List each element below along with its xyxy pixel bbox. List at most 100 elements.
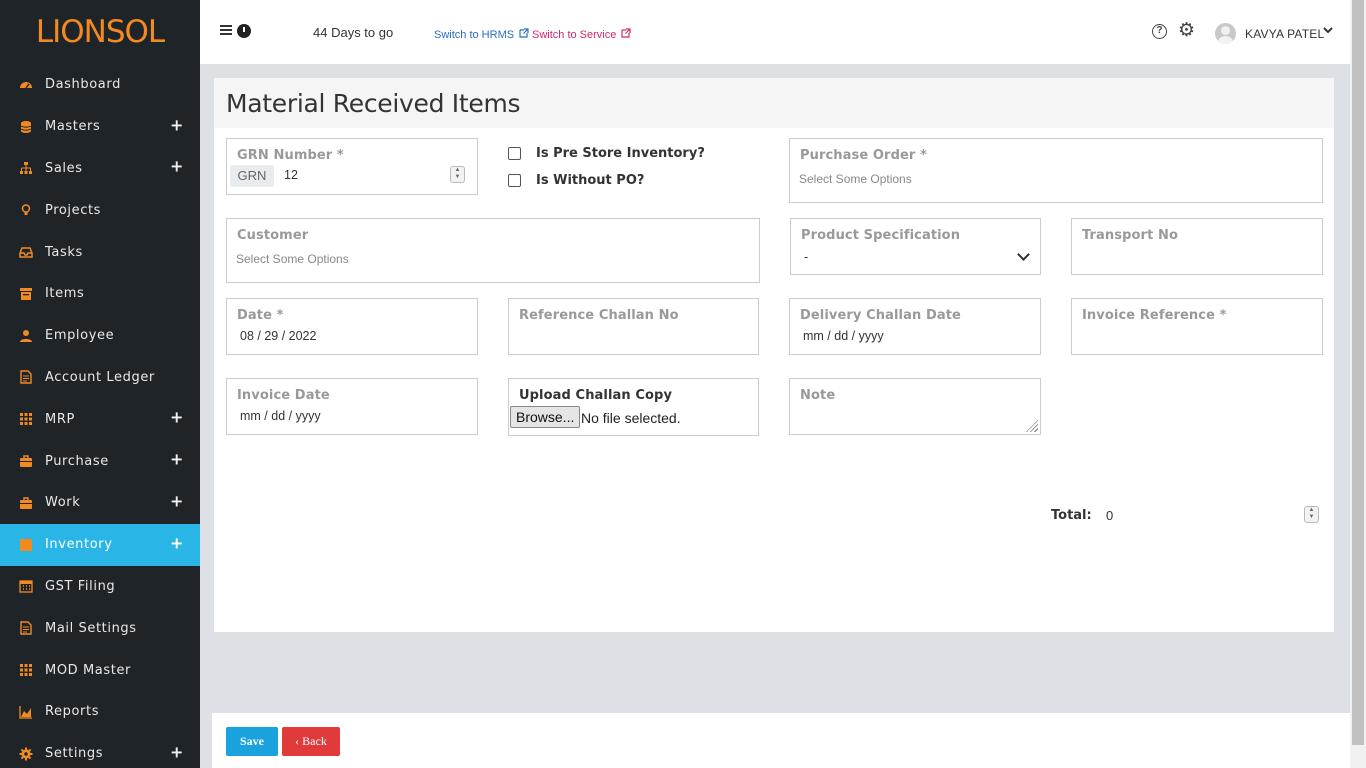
external-link-icon xyxy=(621,28,632,38)
chevron-down-icon xyxy=(1017,248,1030,261)
browse-button[interactable]: Browse... xyxy=(510,406,581,428)
switch-to-hrms-link[interactable]: Switch to HRMS xyxy=(434,28,529,41)
invoice-reference-field[interactable]: Invoice Reference * xyxy=(1071,298,1323,355)
sidebar-item-reports[interactable]: Reports xyxy=(0,691,200,733)
pre-store-inventory-checkbox[interactable] xyxy=(508,147,521,160)
switch-to-hrms-label: Switch to HRMS xyxy=(434,29,515,41)
sidebar-item-dashboard[interactable]: Dashboard xyxy=(0,64,200,106)
grn-prefix: GRN xyxy=(230,165,274,187)
delivery-challan-date-field[interactable]: Delivery Challan Date mm / dd / yyyy xyxy=(789,298,1041,355)
pre-store-inventory-row[interactable]: Is Pre Store Inventory? xyxy=(508,146,705,161)
user-icon xyxy=(19,329,33,343)
database-icon xyxy=(19,120,33,134)
sidebar-item-label: Tasks xyxy=(45,244,83,260)
avatar[interactable] xyxy=(1215,23,1236,44)
expand-plus-icon[interactable]: + xyxy=(170,742,184,761)
sidebar-item-label: Inventory xyxy=(45,537,113,553)
without-po-checkbox[interactable] xyxy=(508,174,521,187)
product-specification-select[interactable]: - xyxy=(804,250,808,264)
sidebar-item-label: GST Filing xyxy=(45,578,116,594)
expand-plus-icon[interactable]: + xyxy=(170,450,184,469)
sidebar-item-projects[interactable]: Projects xyxy=(0,189,200,231)
logo-text: LIONSOL xyxy=(35,14,165,50)
expand-plus-icon[interactable]: + xyxy=(170,157,184,176)
delivery-challan-date-input[interactable]: mm / dd / yyyy xyxy=(803,329,884,343)
upload-challan-field: Upload Challan Copy Browse... No file se… xyxy=(508,378,759,436)
sidebar-item-gst-filing[interactable]: GST Filing xyxy=(0,566,200,608)
logo[interactable]: LIONSOL xyxy=(0,0,200,64)
without-po-row[interactable]: Is Without PO? xyxy=(508,173,644,188)
sidebar-item-employee[interactable]: Employee xyxy=(0,315,200,357)
expand-plus-icon[interactable]: + xyxy=(170,115,184,134)
hamburger-menu-icon[interactable] xyxy=(220,25,232,35)
expand-plus-icon[interactable]: + xyxy=(170,408,184,427)
purchase-order-field[interactable]: Purchase Order * Select Some Options xyxy=(789,138,1323,203)
resize-handle-icon[interactable] xyxy=(1026,420,1038,432)
back-label: Back xyxy=(302,734,327,748)
total-input[interactable]: 0 xyxy=(1106,508,1113,523)
note-field[interactable]: Note xyxy=(789,378,1041,435)
transport-no-label: Transport No xyxy=(1082,228,1179,243)
back-button[interactable]: ‹ Back xyxy=(282,727,340,756)
topbar: 44 Days to go Switch to HRMS Switch to S… xyxy=(200,0,1350,64)
grn-number-label: GRN Number * xyxy=(237,148,344,163)
upload-challan-label: Upload Challan Copy xyxy=(519,388,673,403)
sidebar-item-label: Reports xyxy=(45,704,100,720)
product-specification-field[interactable]: Product Specification - xyxy=(790,218,1041,275)
sidebar-item-settings[interactable]: Settings + xyxy=(0,733,200,768)
sidebar-item-mail-settings[interactable]: Mail Settings xyxy=(0,607,200,649)
sidebar-item-items[interactable]: Items xyxy=(0,273,200,315)
date-input[interactable]: 08 / 29 / 2022 xyxy=(240,329,316,343)
invoice-date-field[interactable]: Invoice Date mm / dd / yyyy xyxy=(226,378,478,435)
invoice-date-input[interactable]: mm / dd / yyyy xyxy=(240,409,321,423)
user-name[interactable]: KAVYA PATEL xyxy=(1245,27,1324,41)
customer-select[interactable]: Select Some Options xyxy=(236,252,349,266)
expand-plus-icon[interactable]: + xyxy=(170,533,184,552)
grid-icon xyxy=(19,412,33,426)
sidebar-item-tasks[interactable]: Tasks xyxy=(0,231,200,273)
days-to-go-text: 44 Days to go xyxy=(313,25,394,40)
sidebar-item-mod-master[interactable]: MOD Master xyxy=(0,649,200,691)
sidebar-item-inventory[interactable]: Inventory + xyxy=(0,523,200,566)
sidebar-item-label: Items xyxy=(45,286,85,302)
speedometer-icon xyxy=(19,78,33,92)
sidebar-item-masters[interactable]: Masters + xyxy=(0,106,200,148)
sidebar-item-work[interactable]: Work + xyxy=(0,482,200,524)
list-icon xyxy=(19,287,33,301)
reference-challan-no-field[interactable]: Reference Challan No xyxy=(508,298,759,355)
chevron-down-icon[interactable] xyxy=(1322,24,1334,39)
external-link-icon xyxy=(519,28,529,38)
sidebar: LIONSOL Dashboard Masters + Sales + Projects T… xyxy=(0,0,200,768)
scrollbar-thumb[interactable] xyxy=(1352,0,1364,745)
sidebar-item-account-ledger[interactable]: Account Ledger xyxy=(0,357,200,399)
pre-store-inventory-label: Is Pre Store Inventory? xyxy=(536,146,705,161)
sidebar-item-label: Mail Settings xyxy=(45,620,137,636)
customer-label: Customer xyxy=(237,228,309,243)
gear-icon[interactable]: ⚙ xyxy=(1178,21,1195,41)
sidebar-item-purchase[interactable]: Purchase + xyxy=(0,440,200,482)
invoice-date-label: Invoice Date xyxy=(237,388,330,403)
sidebar-item-label: Dashboard xyxy=(45,77,121,93)
expand-plus-icon[interactable]: + xyxy=(170,491,184,510)
sidebar-item-mrp[interactable]: MRP + xyxy=(0,398,200,440)
customer-field[interactable]: Customer Select Some Options xyxy=(226,218,760,283)
grn-number-input[interactable]: 12 xyxy=(284,168,298,182)
switch-to-service-link[interactable]: Switch to Service xyxy=(532,28,632,41)
sidebar-item-label: Purchase xyxy=(45,453,109,469)
total-stepper[interactable]: ▲ ▼ xyxy=(1304,506,1319,523)
purchase-order-select[interactable]: Select Some Options xyxy=(799,172,912,186)
save-button[interactable]: Save xyxy=(226,727,278,756)
sidebar-nav: Dashboard Masters + Sales + Projects Tasks Item… xyxy=(0,64,200,768)
help-icon[interactable]: ? xyxy=(1152,24,1167,39)
date-field[interactable]: Date * 08 / 29 / 2022 xyxy=(226,298,478,355)
product-specification-label: Product Specification xyxy=(801,228,961,243)
file-status-text: No file selected. xyxy=(581,410,681,426)
briefcase-icon xyxy=(19,454,33,468)
grn-number-stepper[interactable]: ▲ ▼ xyxy=(450,166,465,183)
transport-no-field[interactable]: Transport No xyxy=(1071,218,1323,275)
sidebar-item-sales[interactable]: Sales + xyxy=(0,148,200,190)
sidebar-item-label: Work xyxy=(45,495,81,511)
invoice-reference-label: Invoice Reference * xyxy=(1082,308,1227,323)
scrollbar[interactable] xyxy=(1350,0,1366,768)
grid-icon xyxy=(19,663,33,677)
